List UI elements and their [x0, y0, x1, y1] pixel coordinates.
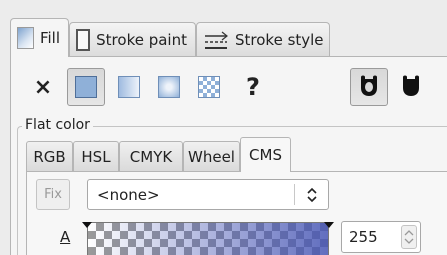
radial-gradient-button[interactable] — [150, 68, 188, 106]
stroke-swatch-icon — [76, 28, 91, 51]
slider-start-marker-icon — [82, 222, 92, 228]
alpha-label: A — [60, 228, 71, 246]
color-profile-select[interactable]: <none> — [87, 179, 329, 210]
pattern-button[interactable] — [190, 68, 228, 106]
flat-color-icon — [75, 76, 97, 98]
fill-rule-nonzero-icon — [399, 73, 423, 101]
tab-stroke-style-label: Stroke style — [235, 30, 324, 49]
tab-stroke-paint[interactable]: Stroke paint — [69, 22, 196, 56]
tab-fill-label: Fill — [39, 29, 60, 47]
unset-paint-button[interactable]: ? — [234, 68, 272, 106]
linear-gradient-button[interactable] — [110, 68, 148, 106]
stroke-style-icon — [203, 29, 229, 51]
no-paint-icon: × — [33, 74, 53, 100]
no-paint-button[interactable]: × — [24, 68, 62, 106]
tab-hsl[interactable]: HSL — [73, 141, 119, 171]
unset-icon: ? — [246, 73, 260, 101]
fill-swatch-icon — [17, 27, 34, 49]
alpha-slider[interactable] — [87, 222, 329, 255]
tab-cms[interactable]: CMS — [240, 137, 291, 172]
color-mode-tabbar: RGB HSL CMYK Wheel CMS — [26, 137, 447, 172]
fix-button[interactable]: Fix — [36, 179, 70, 210]
updown-chevron-icon — [305, 186, 319, 204]
tab-fill[interactable]: Fill — [10, 18, 69, 57]
alpha-spinbutton[interactable]: 255 — [341, 221, 421, 253]
pattern-icon — [198, 76, 220, 98]
tab-stroke-style[interactable]: Stroke style — [196, 22, 330, 56]
slider-handle-icon[interactable] — [324, 222, 334, 228]
alpha-value: 255 — [349, 228, 378, 246]
color-profile-value: <none> — [97, 185, 160, 204]
tab-wheel[interactable]: Wheel — [183, 141, 240, 171]
linear-gradient-icon — [118, 76, 140, 98]
radial-gradient-icon — [158, 76, 180, 98]
tab-cmyk[interactable]: CMYK — [119, 141, 183, 171]
flat-color-button[interactable] — [67, 68, 105, 106]
fill-stroke-tabbar: Fill Stroke paint Stroke style — [10, 18, 447, 57]
tab-rgb[interactable]: RGB — [26, 141, 73, 171]
tab-stroke-paint-label: Stroke paint — [96, 30, 187, 49]
spin-buttons[interactable] — [401, 225, 417, 249]
flat-color-label: Flat color — [22, 117, 93, 133]
combo-separator — [294, 184, 295, 205]
fix-button-label: Fix — [44, 187, 62, 202]
fill-rule-evenodd-button[interactable] — [350, 68, 388, 106]
fill-rule-nonzero-button[interactable] — [392, 68, 430, 106]
fill-rule-evenodd-icon — [357, 73, 381, 101]
